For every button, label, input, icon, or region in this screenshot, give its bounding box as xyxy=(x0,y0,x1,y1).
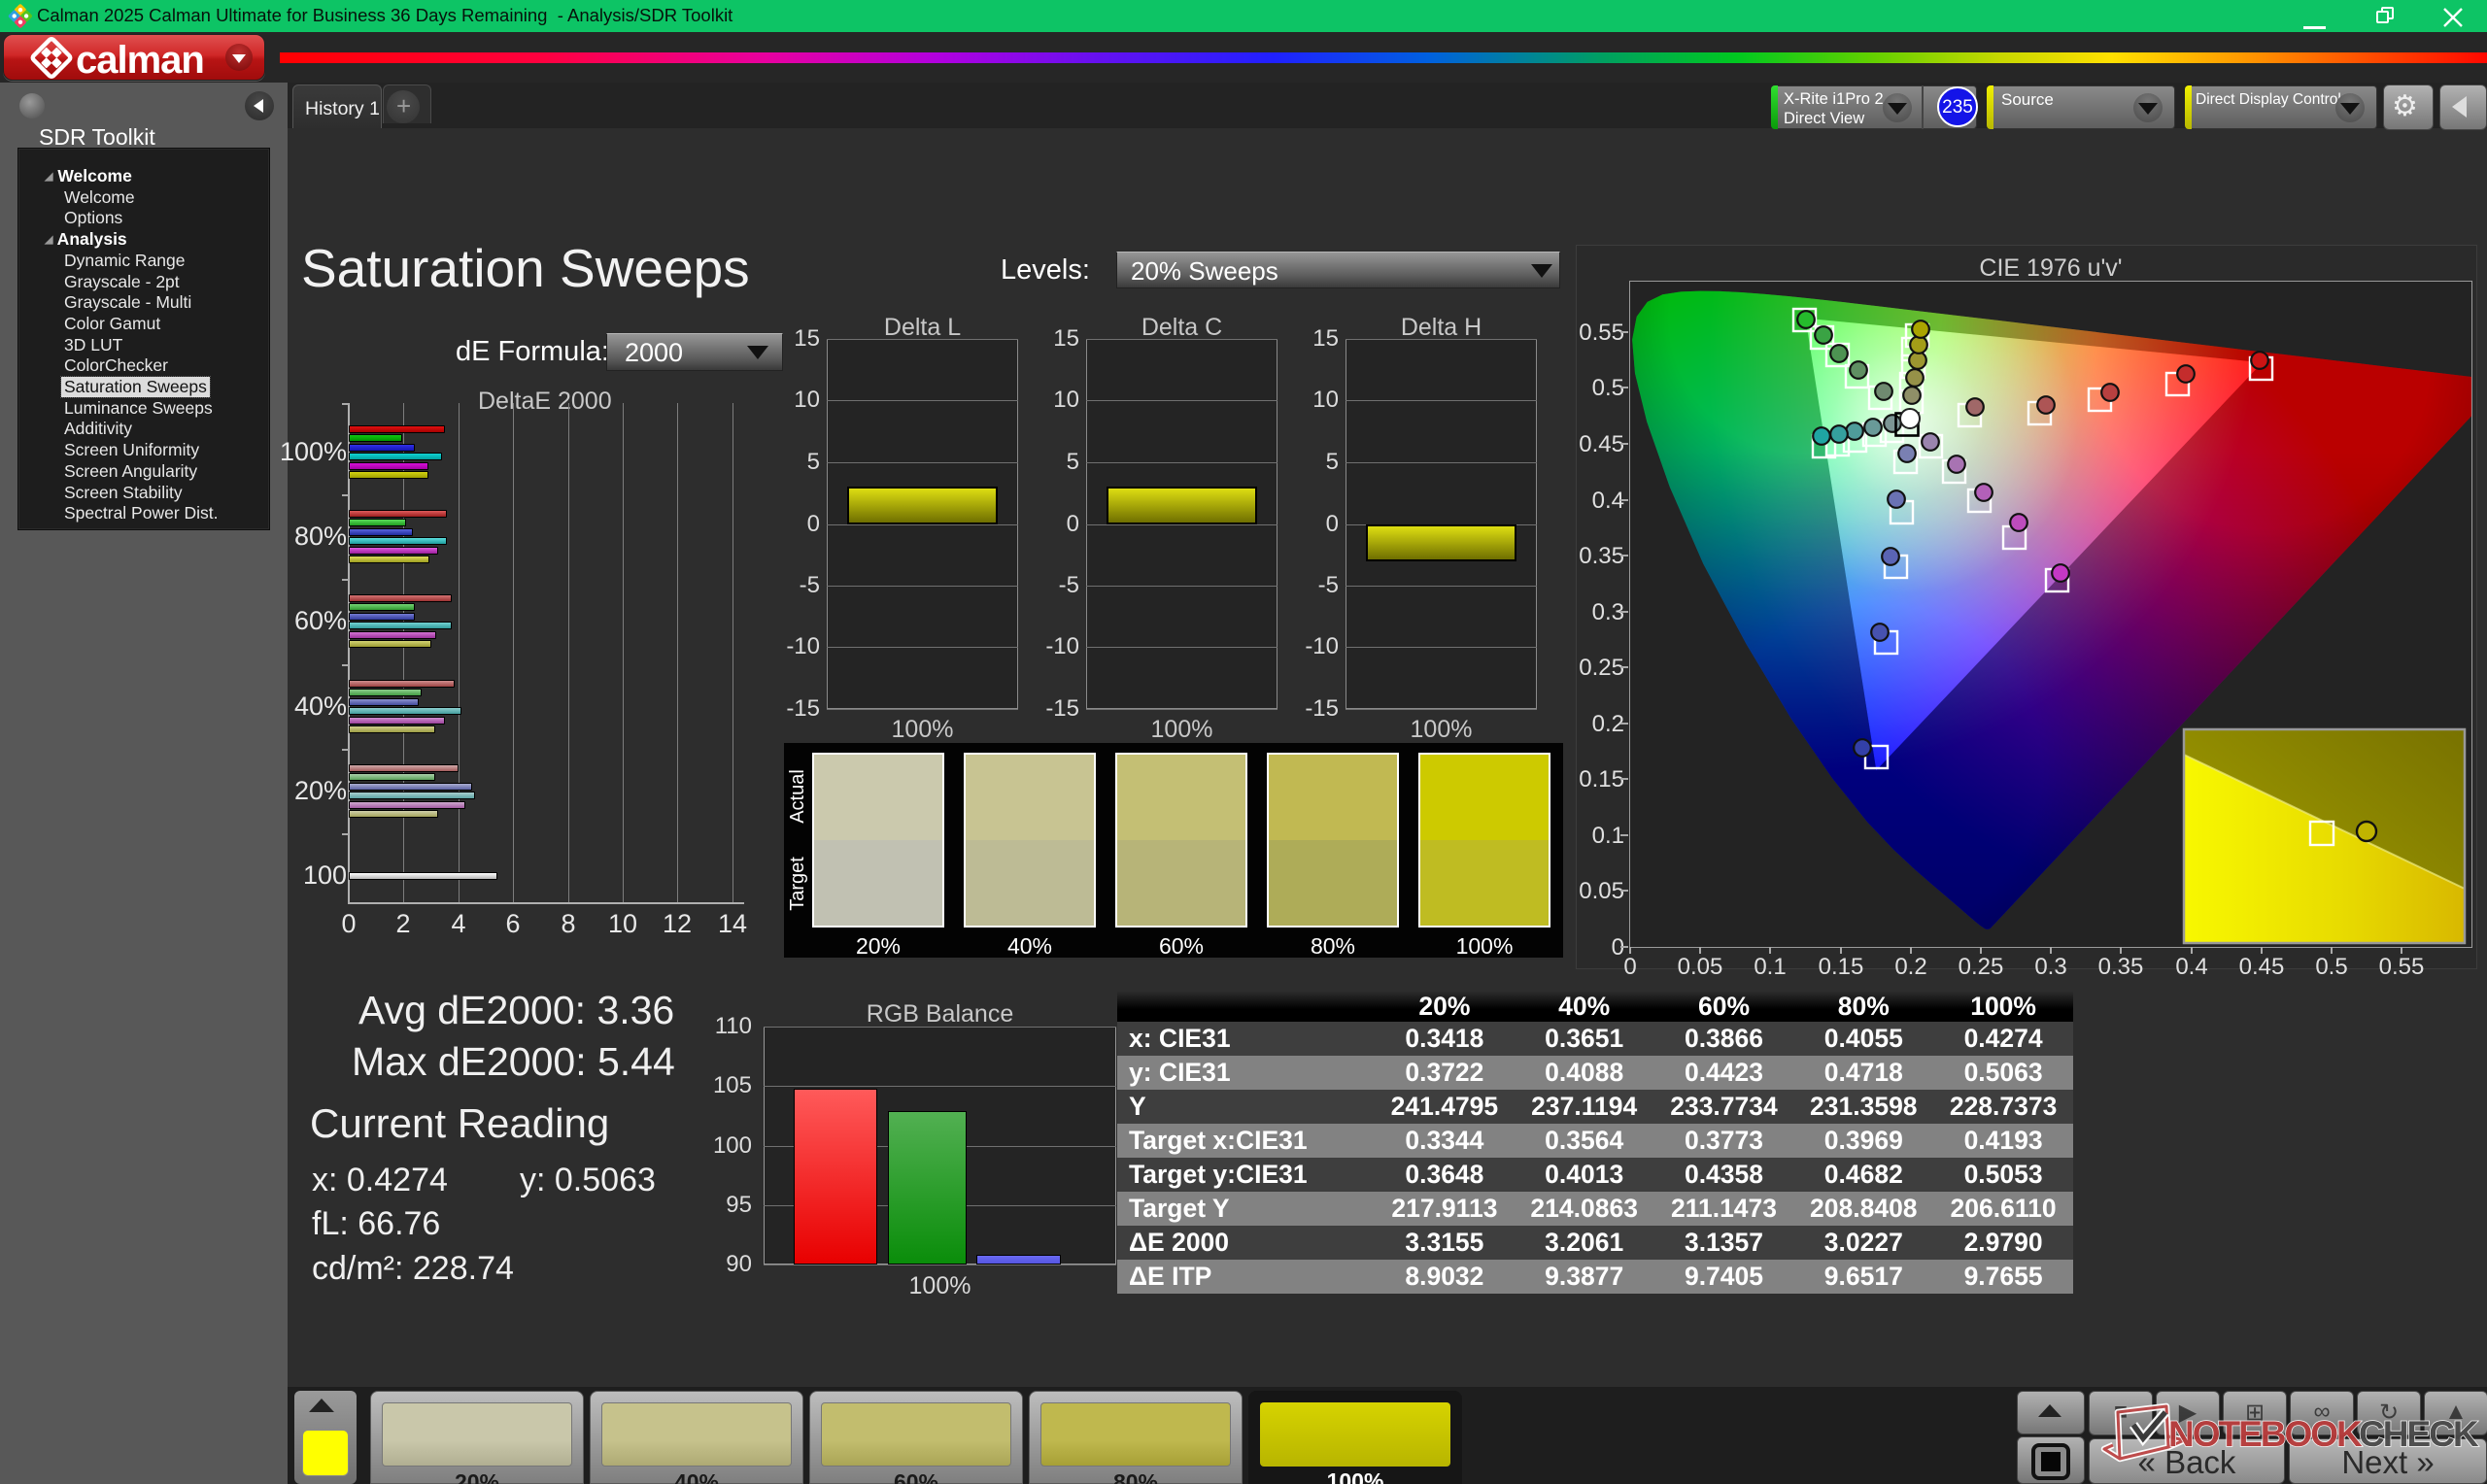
svg-text:CHECK: CHECK xyxy=(2359,1414,2479,1454)
svg-text:NOTEBOOK: NOTEBOOK xyxy=(2168,1414,2363,1454)
